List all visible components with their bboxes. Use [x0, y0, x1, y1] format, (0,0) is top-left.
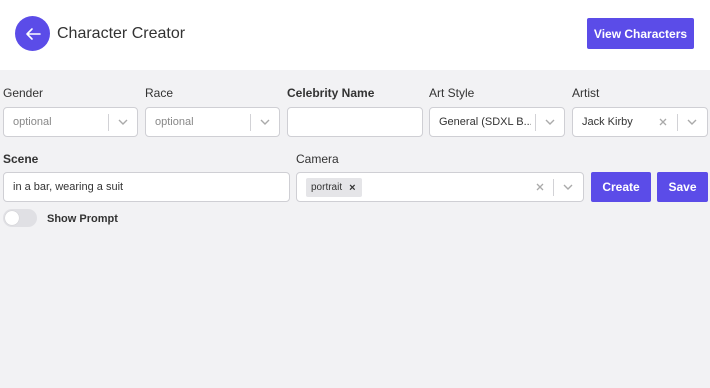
chevron-down-icon[interactable] [116, 115, 130, 129]
header-bar: Character Creator View Characters [0, 0, 710, 70]
create-button[interactable]: Create [591, 172, 651, 202]
art-style-label: Art Style [429, 86, 475, 100]
art-style-value: General (SDXL B... [439, 116, 531, 128]
scene-value: in a bar, wearing a suit [13, 181, 124, 193]
page-title: Character Creator [57, 25, 186, 42]
close-icon[interactable] [533, 180, 547, 194]
scene-label: Scene [3, 152, 39, 166]
camera-tag-label: portrait [311, 182, 343, 193]
camera-label: Camera [296, 152, 339, 166]
artist-select[interactable]: Jack Kirby [572, 107, 708, 137]
chevron-down-icon[interactable] [561, 180, 575, 194]
race-select-separator [250, 114, 251, 131]
toggle-knob [5, 211, 19, 225]
camera-multiselect[interactable]: portrait × [296, 172, 584, 202]
gender-select-separator [108, 114, 109, 131]
art-style-select[interactable]: General (SDXL B... [429, 107, 565, 137]
remove-tag-icon[interactable]: × [349, 182, 355, 193]
artist-label: Artist [572, 86, 600, 100]
artist-value: Jack Kirby [582, 116, 633, 128]
arrow-left-icon [25, 27, 41, 40]
save-button[interactable]: Save [657, 172, 708, 202]
artist-select-separator [677, 114, 678, 131]
gender-select[interactable]: optional [3, 107, 138, 137]
race-label: Race [145, 86, 174, 100]
view-characters-button[interactable]: View Characters [587, 18, 694, 49]
celebrity-name-label: Celebrity Name [287, 86, 375, 100]
camera-select-separator [553, 179, 554, 196]
chevron-down-icon[interactable] [543, 115, 557, 129]
chevron-down-icon[interactable] [258, 115, 272, 129]
show-prompt-toggle[interactable] [3, 209, 37, 227]
celebrity-name-input[interactable] [287, 107, 423, 137]
close-icon[interactable] [656, 115, 670, 129]
chevron-down-icon[interactable] [685, 115, 699, 129]
scene-input[interactable]: in a bar, wearing a suit [3, 172, 290, 202]
show-prompt-label: Show Prompt [47, 213, 118, 225]
back-button[interactable] [15, 16, 50, 51]
gender-placeholder: optional [13, 116, 52, 128]
camera-tag: portrait × [306, 178, 362, 197]
race-select[interactable]: optional [145, 107, 280, 137]
art-style-select-separator [535, 114, 536, 131]
race-placeholder: optional [155, 116, 194, 128]
gender-label: Gender [3, 86, 44, 100]
